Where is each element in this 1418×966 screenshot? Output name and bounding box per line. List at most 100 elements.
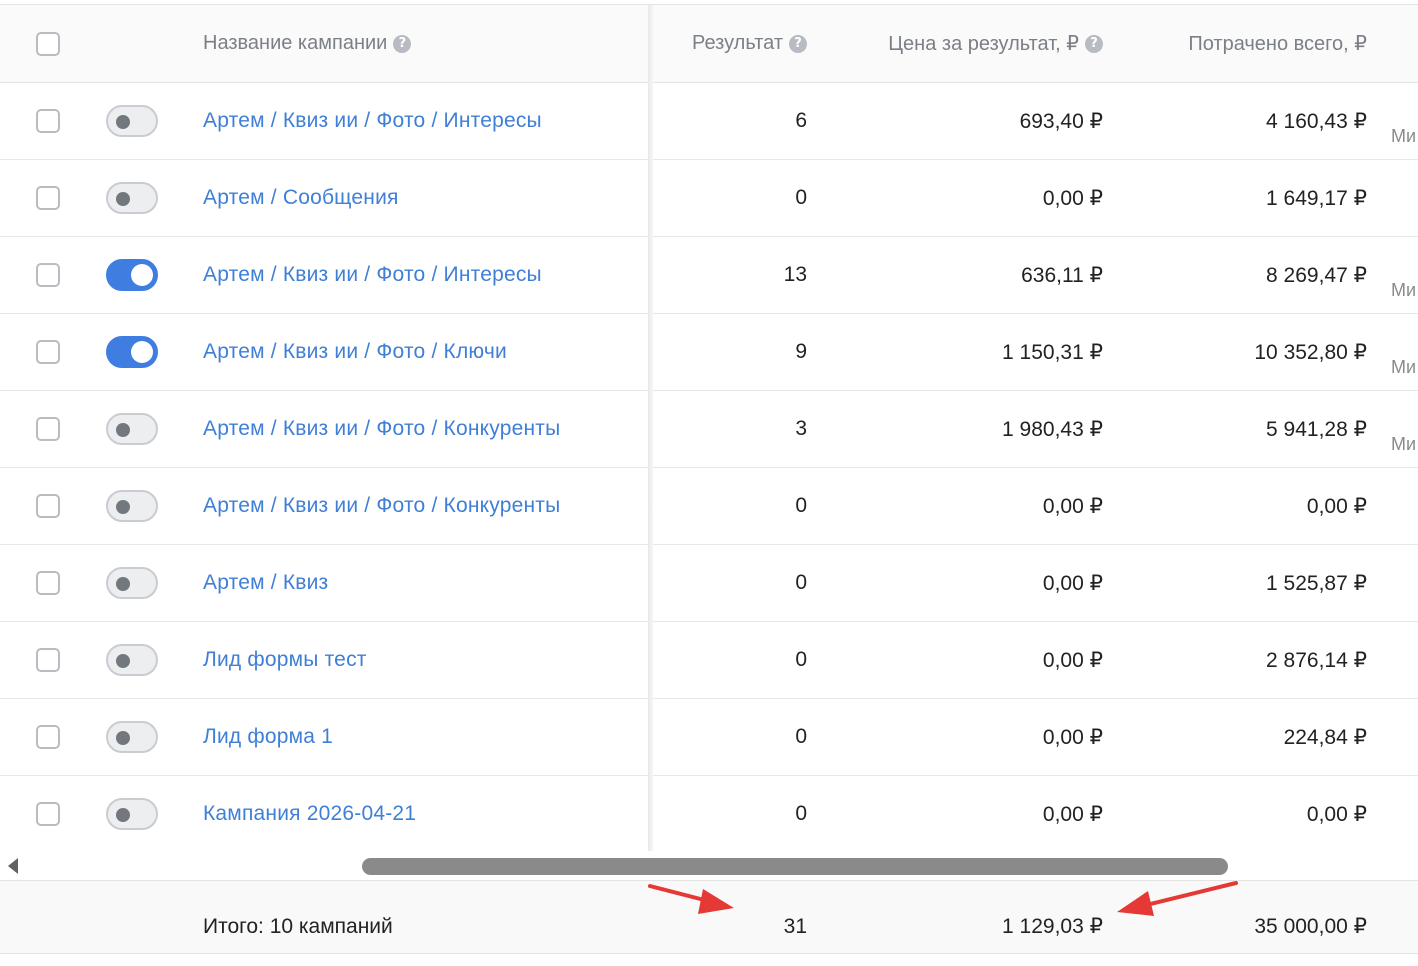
campaign-name-cell: Артем / Квиз ии / Фото / Интересы [203,83,643,159]
campaign-name-link[interactable]: Артем / Сообщения [203,186,399,210]
campaign-name-link[interactable]: Лид форма 1 [203,725,333,749]
table-row: Лид формы тест 0 0,00 ₽ 2 876,14 ₽ [0,622,1418,699]
result-value: 13 [783,263,807,286]
help-icon[interactable]: ? [1085,34,1103,53]
price-value: 0,00 ₽ [1042,571,1103,595]
campaign-status-toggle[interactable] [106,413,158,445]
row-checkbox[interactable] [36,340,60,364]
price-value: 1 980,43 ₽ [1002,417,1103,441]
result-cell: 0 [652,622,807,698]
campaigns-table: Название кампании ? Результат ? Цена за … [0,4,1418,954]
toggle-knob [131,341,153,363]
column-price-per-result[interactable]: Цена за результат, ₽ ? [820,5,1103,82]
row-toggle-cell [106,160,160,236]
price-value: 0,00 ₽ [1042,725,1103,749]
spent-value: 2 876,14 ₽ [1266,648,1367,672]
row-toggle-cell [106,545,160,621]
total-spent-cell: 35 000,00 ₽ [1110,881,1367,953]
campaign-name-cell: Артем / Квиз ии / Фото / Конкуренты [203,391,643,467]
result-value: 0 [795,494,807,517]
column-campaign-name[interactable]: Название кампании ? [203,5,643,82]
campaign-name-link[interactable]: Артем / Квиз [203,571,328,595]
spent-cell: 0,00 ₽ [1110,776,1367,852]
row-toggle-cell [106,699,160,775]
campaign-status-toggle[interactable] [106,182,158,214]
row-select-cell [36,699,64,775]
campaign-name-link[interactable]: Кампания 2026-04-21 [203,802,416,826]
row-select-cell [36,83,64,159]
spent-cell: 1 525,87 ₽ [1110,545,1367,621]
row-select-cell [36,314,64,390]
row-select-cell [36,160,64,236]
column-campaign-name-label: Название кампании [203,32,388,54]
result-cell: 3 [652,391,807,467]
result-value: 0 [795,571,807,594]
campaign-status-toggle[interactable] [106,567,158,599]
campaign-status-toggle[interactable] [106,721,158,753]
price-value: 636,11 ₽ [1021,263,1103,287]
table-row: Артем / Квиз ии / Фото / Ключи 9 1 150,3… [0,314,1418,391]
table-row: Кампания 2026-04-21 0 0,00 ₽ 0,00 ₽ [0,776,1418,853]
toggle-knob [116,577,130,591]
horizontal-scrollbar[interactable] [0,851,1418,881]
campaign-name-link[interactable]: Артем / Квиз ии / Фото / Конкуренты [203,494,560,518]
campaign-name-link[interactable]: Артем / Квиз ии / Фото / Ключи [203,340,507,364]
row-checkbox[interactable] [36,494,60,518]
help-icon[interactable]: ? [789,34,807,53]
spent-value: 1 525,87 ₽ [1266,571,1367,595]
row-toggle-cell [106,468,160,544]
column-spent-total[interactable]: Потрачено всего, ₽ [1110,5,1367,82]
campaign-name-link[interactable]: Лид формы тест [203,648,367,672]
row-checkbox[interactable] [36,802,60,826]
row-checkbox[interactable] [36,109,60,133]
campaign-name-link[interactable]: Артем / Квиз ии / Фото / Конкуренты [203,417,560,441]
column-result[interactable]: Результат ? [652,5,807,82]
table-footer-totals: Итого: 10 кампаний 31 1 129,03 ₽ 35 000,… [0,881,1418,953]
select-all-checkbox[interactable] [36,31,60,56]
toggle-knob [116,654,130,668]
campaign-status-toggle[interactable] [106,259,158,291]
select-all-cell [36,5,64,82]
table-row: Артем / Квиз ии / Фото / Конкуренты 3 1 … [0,391,1418,468]
row-select-cell [36,545,64,621]
column-spent-label: Потрачено всего, ₽ [1188,33,1367,55]
campaign-status-toggle[interactable] [106,105,158,137]
campaign-status-toggle[interactable] [106,798,158,830]
row-checkbox[interactable] [36,725,60,749]
price-cell: 0,00 ₽ [820,160,1103,236]
campaign-name-link[interactable]: Артем / Квиз ии / Фото / Интересы [203,109,542,133]
row-checkbox[interactable] [36,186,60,210]
toggle-knob [116,731,130,745]
scroll-left-arrow-icon[interactable] [8,858,18,874]
campaign-status-toggle[interactable] [106,336,158,368]
extra-column-cell [1391,545,1418,621]
campaign-name-link[interactable]: Артем / Квиз ии / Фото / Интересы [203,263,542,287]
total-result-value: 31 [783,915,807,938]
help-icon[interactable]: ? [393,34,412,53]
result-value: 0 [795,186,807,209]
spent-value: 224,84 ₽ [1283,725,1367,749]
total-result-cell: 31 [652,881,807,953]
scrollbar-thumb[interactable] [362,858,1228,875]
row-checkbox[interactable] [36,263,60,287]
result-cell: 0 [652,468,807,544]
total-label-cell: Итого: 10 кампаний [203,881,643,953]
price-value: 1 150,31 ₽ [1002,340,1103,364]
result-value: 9 [795,340,807,363]
row-checkbox[interactable] [36,417,60,441]
row-checkbox[interactable] [36,648,60,672]
total-spent-value: 35 000,00 ₽ [1254,915,1367,938]
extra-column-cell [1391,699,1418,775]
result-value: 3 [795,417,807,440]
row-toggle-cell [106,622,160,698]
table-row: Артем / Сообщения 0 0,00 ₽ 1 649,17 ₽ [0,160,1418,237]
campaign-name-cell: Лид формы тест [203,622,643,698]
result-cell: 6 [652,83,807,159]
toggle-knob [116,115,130,129]
row-checkbox[interactable] [36,571,60,595]
extra-column-cell [1391,776,1418,852]
campaign-name-cell: Лид форма 1 [203,699,643,775]
extra-column-cell: Ми [1391,83,1418,159]
campaign-status-toggle[interactable] [106,490,158,522]
campaign-status-toggle[interactable] [106,644,158,676]
